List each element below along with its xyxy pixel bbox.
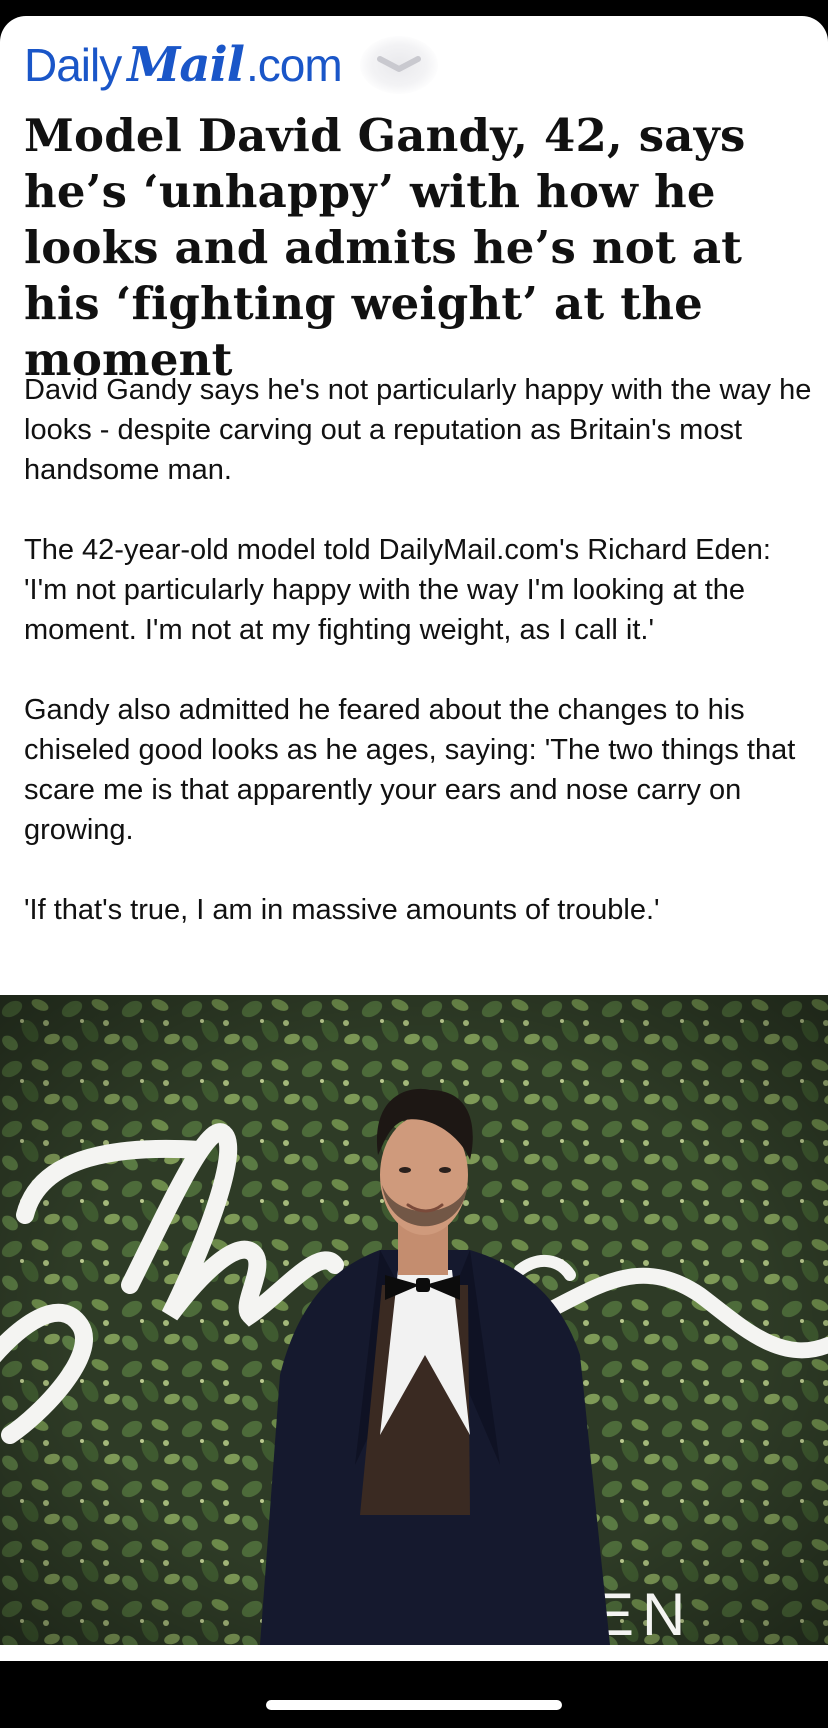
- chevron-down-icon: [376, 56, 421, 72]
- dailymail-logo[interactable]: Daily Mail .com: [24, 37, 343, 93]
- article-paragraph: The 42-year-old model told DailyMail.com…: [24, 534, 771, 646]
- article-paragraph: David Gandy says he's not particularly h…: [24, 374, 812, 486]
- article-paragraph: Gandy also admitted he feared about the …: [24, 694, 796, 846]
- article-photo[interactable]: ESEN: [0, 995, 828, 1645]
- logo-dotcom-text: .com: [245, 39, 343, 91]
- photo-illustration: ESEN: [0, 995, 828, 1645]
- home-indicator[interactable]: [266, 1700, 562, 1710]
- article-paragraph: 'If that's true, I am in massive amounts…: [24, 894, 660, 926]
- article-headline: Model David Gandy, 42, says he’s ‘unhapp…: [24, 109, 746, 386]
- site-header: Daily Mail .com: [24, 30, 438, 100]
- article-body: David Gandy says he's not particularly h…: [24, 370, 814, 970]
- bottom-bar: [0, 1661, 828, 1728]
- logo-mail-text: Mail: [127, 37, 245, 93]
- site-menu-button[interactable]: [359, 36, 438, 94]
- logo-daily-text: Daily: [24, 39, 122, 91]
